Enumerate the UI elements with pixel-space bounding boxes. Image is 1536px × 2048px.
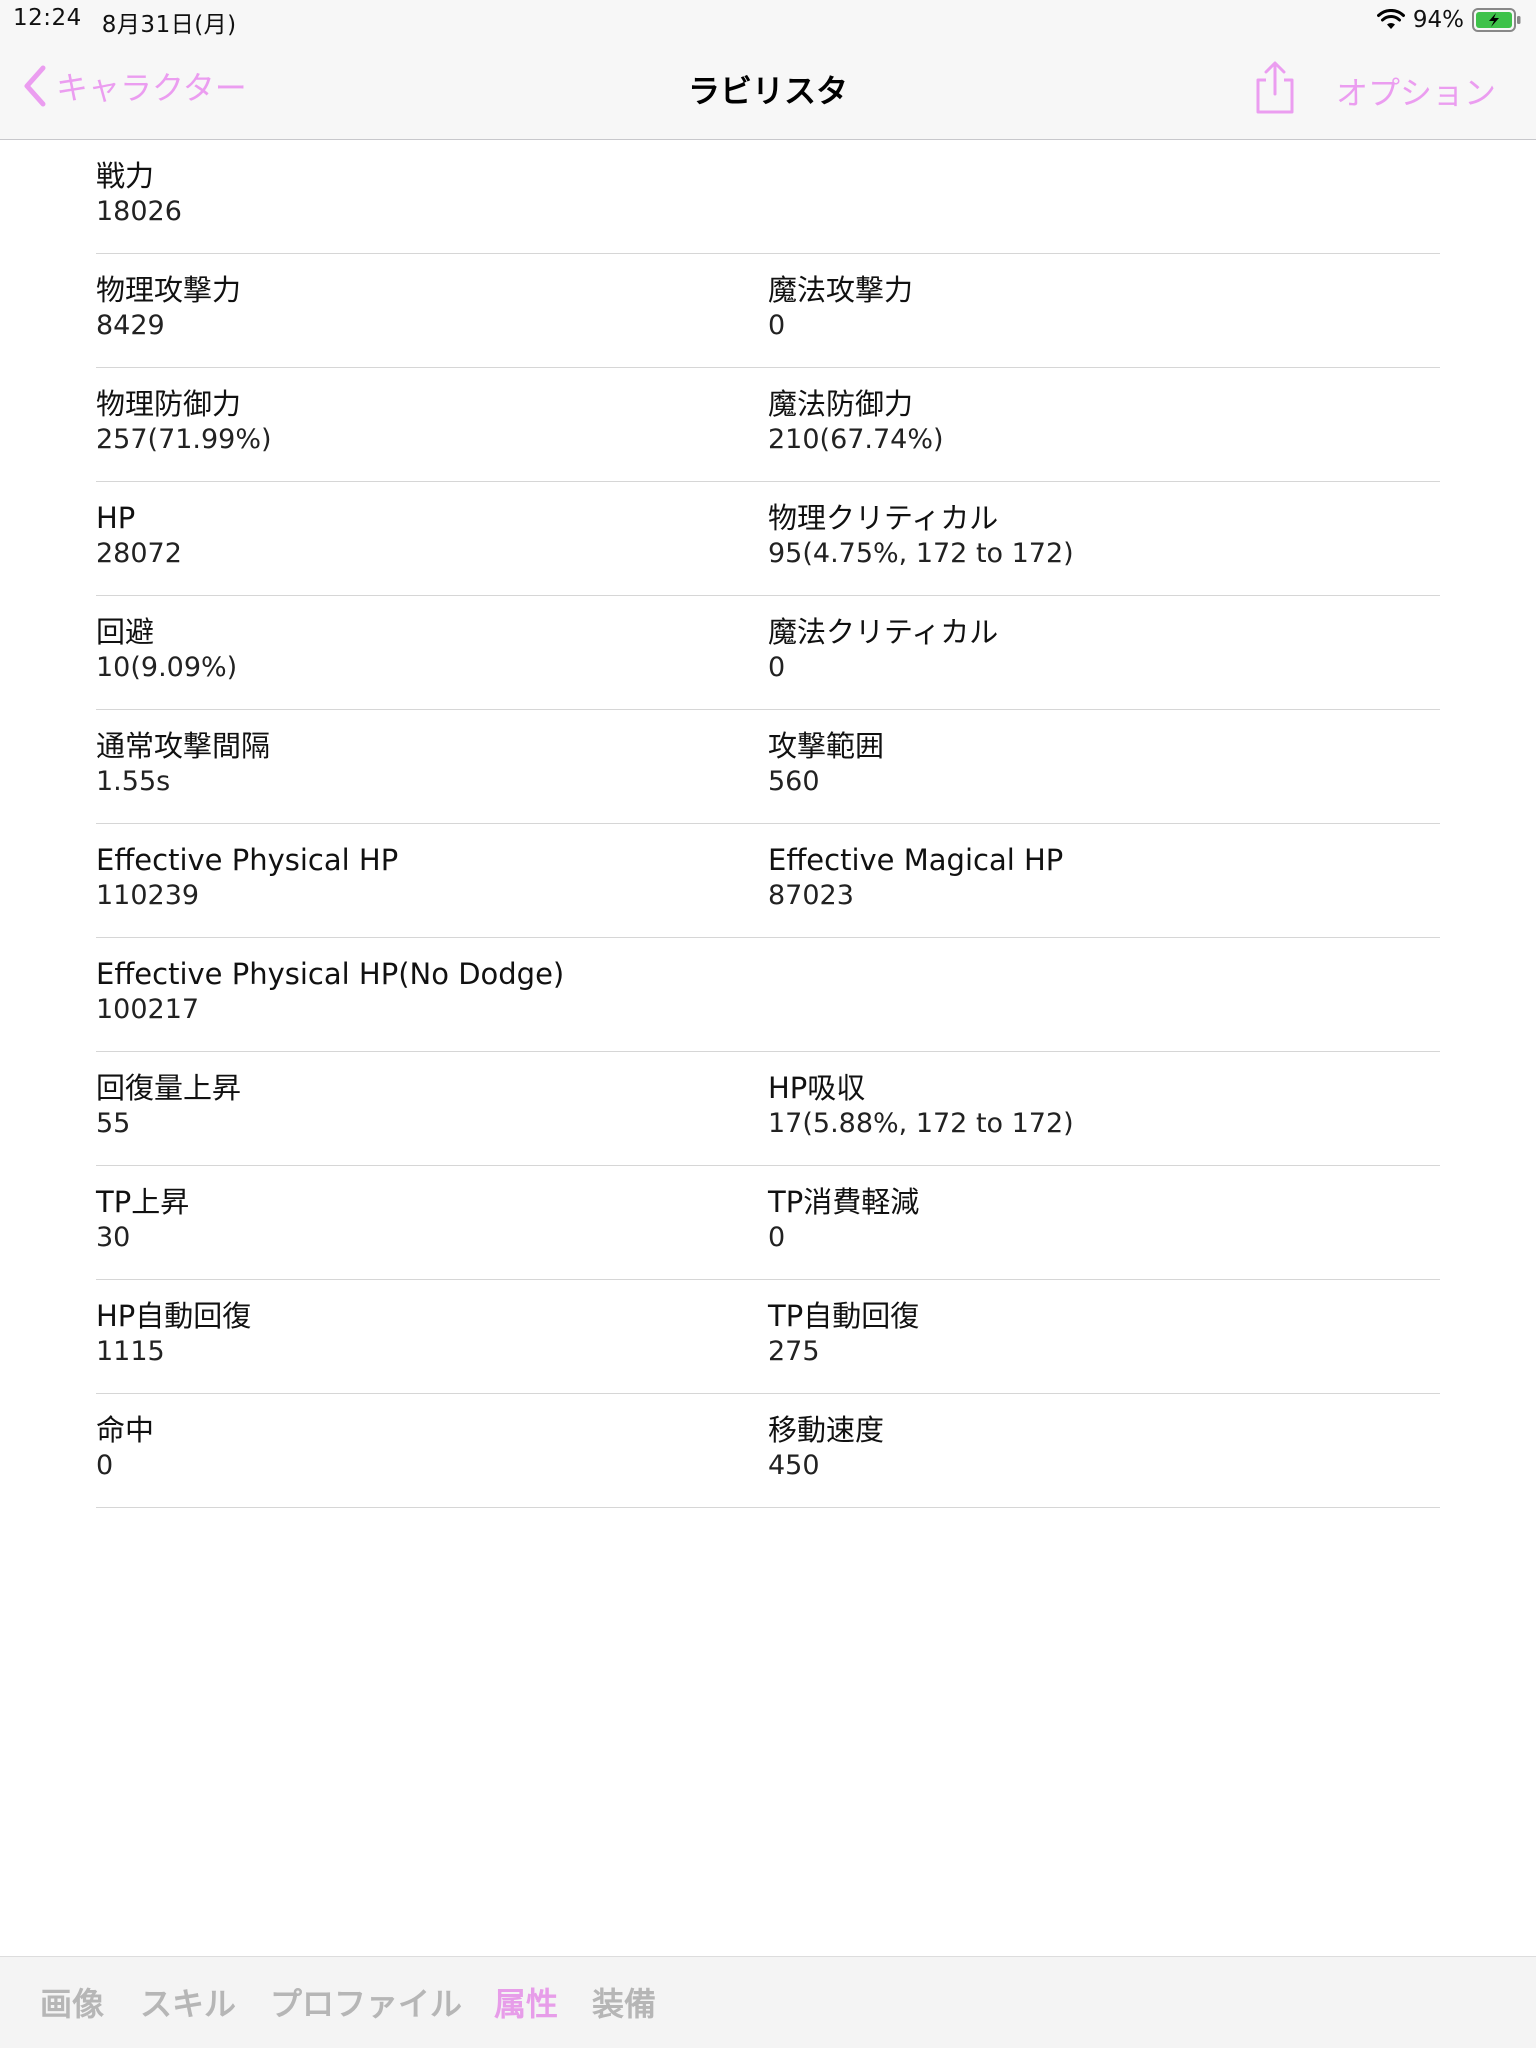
stat-magic-attack: 魔法攻撃力 0 <box>768 272 913 344</box>
stat-value: 1115 <box>96 1336 165 1367</box>
battery-percent: 94% <box>1412 7 1464 33</box>
stat-row: Effective Physical HP(No Dodge) 100217 <box>96 938 1440 1052</box>
stat-accuracy: 命中 0 <box>96 1412 154 1484</box>
share-button[interactable] <box>1250 60 1300 116</box>
status-bar: 12:24 8月31日(月) 94% <box>0 0 1536 40</box>
stat-value: 28072 <box>96 538 182 569</box>
stat-row: HP自動回復 1115 TP自動回復 275 <box>96 1280 1440 1394</box>
stat-value: 100217 <box>96 994 200 1025</box>
stat-row: TP上昇 30 TP消費軽減 0 <box>96 1166 1440 1280</box>
wifi-icon <box>1376 9 1405 29</box>
stat-label: Effective Magical HP <box>768 843 1064 877</box>
tab-image[interactable]: 画像 <box>40 1979 104 2025</box>
stat-value: 450 <box>768 1450 820 1481</box>
stat-value: 0 <box>768 1222 786 1253</box>
tab-profile[interactable]: プロファイル <box>270 1979 462 2025</box>
stat-label: 物理攻撃力 <box>96 273 242 307</box>
stat-value: 10(9.09%) <box>96 652 238 683</box>
stat-label: Effective Physical HP(No Dodge) <box>96 957 565 991</box>
stat-tp-boost: TP上昇 30 <box>96 1184 189 1256</box>
stat-effective-physical-hp: Effective Physical HP 110239 <box>96 842 398 914</box>
stat-effective-physical-hp-no-dodge: Effective Physical HP(No Dodge) 100217 <box>96 956 564 1028</box>
stat-move-speed: 移動速度 450 <box>768 1412 884 1484</box>
stat-label: 移動速度 <box>768 1413 885 1447</box>
stat-value: 17(5.88%, 172 to 172) <box>768 1108 1074 1139</box>
stat-label: 回避 <box>96 615 155 649</box>
stat-value: 275 <box>768 1336 820 1367</box>
tab-attributes[interactable]: 属性 <box>494 1979 558 2025</box>
stat-physical-attack: 物理攻撃力 8429 <box>96 272 241 344</box>
stat-label: 魔法防御力 <box>768 387 914 421</box>
tab-bar: 画像 スキル プロファイル 属性 装備 <box>0 1956 1536 2048</box>
stat-label: 物理防御力 <box>96 387 242 421</box>
navigation-bar: キャラクター ラビリスタ オプション <box>0 40 1536 140</box>
stat-power: 戦力 18026 <box>96 158 182 230</box>
stat-label: 通常攻撃間隔 <box>96 729 271 763</box>
stat-label: TP自動回復 <box>768 1299 920 1333</box>
stat-physical-defense: 物理防御力 257(71.99%) <box>96 386 272 458</box>
stat-hp-regen: HP自動回復 1115 <box>96 1298 251 1370</box>
stat-label: 回復量上昇 <box>96 1071 242 1105</box>
status-date: 8月31日(月) <box>101 12 237 38</box>
status-right: 94% <box>1376 6 1522 34</box>
stat-row: 命中 0 移動速度 450 <box>96 1394 1440 1508</box>
stat-effective-magical-hp: Effective Magical HP 87023 <box>768 842 1063 914</box>
stat-value: 30 <box>96 1222 131 1253</box>
option-button[interactable]: オプション <box>1336 68 1496 114</box>
tab-skill[interactable]: スキル <box>140 1979 236 2025</box>
stat-label: Effective Physical HP <box>96 843 399 877</box>
share-icon <box>1256 61 1294 114</box>
stat-label: HP自動回復 <box>96 1299 252 1333</box>
stat-value: 210(67.74%) <box>768 424 944 455</box>
stat-label: 物理クリティカル <box>768 501 999 535</box>
stat-row: 戦力 18026 <box>96 140 1440 254</box>
stat-value: 1.55s <box>96 766 171 797</box>
stat-hp: HP 28072 <box>96 500 182 572</box>
stat-magic-critical: 魔法クリティカル 0 <box>768 614 998 686</box>
tab-equipment[interactable]: 装備 <box>592 1979 656 2025</box>
page-title: ラビリスタ <box>687 72 848 110</box>
stat-tp-cost-reduction: TP消費軽減 0 <box>768 1184 919 1256</box>
stat-row: 物理防御力 257(71.99%) 魔法防御力 210(67.74%) <box>96 368 1440 482</box>
stat-label: 魔法クリティカル <box>768 615 999 649</box>
stat-label: 攻撃範囲 <box>768 729 885 763</box>
stat-value: 18026 <box>96 196 182 227</box>
battery-icon <box>1472 8 1521 32</box>
stat-hp-drain: HP吸収 17(5.88%, 172 to 172) <box>768 1070 1074 1142</box>
stat-attack-range: 攻撃範囲 560 <box>768 728 884 800</box>
stat-value: 8429 <box>96 310 165 341</box>
stat-value: 110239 <box>96 880 200 911</box>
stat-row: 回復量上昇 55 HP吸収 17(5.88%, 172 to 172) <box>96 1052 1440 1166</box>
stat-row: 物理攻撃力 8429 魔法攻撃力 0 <box>96 254 1440 368</box>
stat-value: 257(71.99%) <box>96 424 272 455</box>
status-time: 12:24 <box>13 5 82 31</box>
stat-row: Effective Physical HP 110239 Effective M… <box>96 824 1440 938</box>
stats-list: 戦力 18026 物理攻撃力 8429 魔法攻撃力 0 物理防御力 257(71… <box>96 140 1440 1508</box>
stat-row: 通常攻撃間隔 1.55s 攻撃範囲 560 <box>96 710 1440 824</box>
stat-row: HP 28072 物理クリティカル 95(4.75%, 172 to 172) <box>96 482 1440 596</box>
stat-label: 魔法攻撃力 <box>768 273 914 307</box>
stat-value: 55 <box>96 1108 131 1139</box>
stat-label: 戦力 <box>96 159 155 193</box>
stat-physical-critical: 物理クリティカル 95(4.75%, 172 to 172) <box>768 500 1074 572</box>
stat-label: TP上昇 <box>96 1185 190 1219</box>
stat-heal-boost: 回復量上昇 55 <box>96 1070 241 1142</box>
stat-value: 87023 <box>768 880 854 911</box>
stat-value: 95(4.75%, 172 to 172) <box>768 538 1074 569</box>
stat-magic-defense: 魔法防御力 210(67.74%) <box>768 386 944 458</box>
stat-value: 0 <box>768 310 786 341</box>
stat-label: 命中 <box>96 1413 155 1447</box>
stat-label: TP消費軽減 <box>768 1185 920 1219</box>
stat-value: 0 <box>96 1450 114 1481</box>
stat-tp-regen: TP自動回復 275 <box>768 1298 919 1370</box>
stat-value: 0 <box>768 652 786 683</box>
stat-label: HP吸収 <box>768 1071 866 1105</box>
stat-label: HP <box>96 501 136 535</box>
stat-row: 回避 10(9.09%) 魔法クリティカル 0 <box>96 596 1440 710</box>
stat-attack-interval: 通常攻撃間隔 1.55s <box>96 728 270 800</box>
stat-dodge: 回避 10(9.09%) <box>96 614 237 686</box>
status-left: 12:24 8月31日(月) <box>13 5 237 39</box>
stat-value: 560 <box>768 766 820 797</box>
